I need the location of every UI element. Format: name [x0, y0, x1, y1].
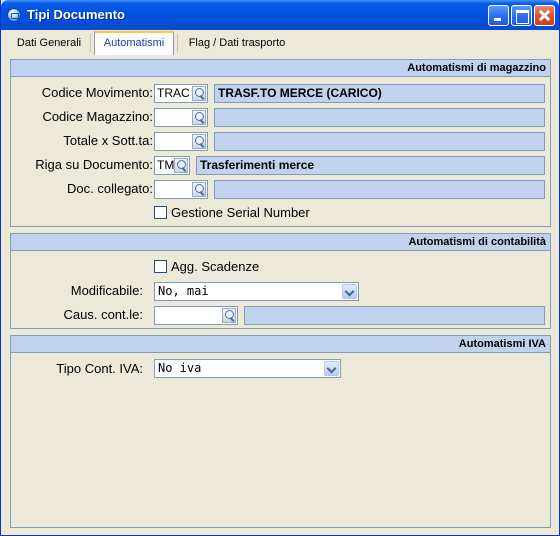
- riga-documento-desc: Trasferimenti merce: [196, 156, 545, 175]
- totale-sott-desc: [214, 132, 545, 151]
- window: Tipi Documento Dati Generali Automatismi…: [0, 0, 560, 536]
- minimize-button[interactable]: [488, 5, 509, 26]
- codice-magazzino-label: Codice Magazzino:: [42, 109, 153, 124]
- close-icon: [535, 6, 554, 25]
- magnifier-icon[interactable]: [222, 308, 236, 323]
- magnifier-icon[interactable]: [192, 86, 206, 101]
- group-header-iva: Automatismi IVA: [11, 336, 550, 353]
- group-iva: Automatismi IVA Tipo Cont. IVA: No iva: [10, 335, 551, 528]
- title-bar[interactable]: Tipi Documento: [1, 0, 559, 30]
- group-header-contabilita: Automatismi di contabilità: [11, 234, 550, 251]
- tab-separator: [177, 34, 178, 52]
- tab-separator: [90, 34, 91, 52]
- agg-scadenze-label: Agg. Scadenze: [171, 259, 260, 274]
- gestione-serial-checkbox[interactable]: [154, 206, 167, 219]
- tab-strip: Dati Generali Automatismi Flag / Dati tr…: [1, 30, 559, 55]
- doc-collegato-desc: [214, 180, 545, 199]
- caus-contle-desc: [244, 306, 545, 325]
- tab-label: Dati Generali: [16, 37, 82, 49]
- riga-documento-value: TM: [157, 158, 175, 172]
- codice-movimento-desc: TRASF.TO MERCE (CARICO): [214, 84, 545, 103]
- chevron-down-icon[interactable]: [342, 284, 357, 299]
- gestione-serial-label: Gestione Serial Number: [171, 205, 310, 220]
- codice-magazzino-field[interactable]: [154, 108, 208, 127]
- close-button[interactable]: [534, 5, 555, 26]
- tab-label: Automatismi: [103, 37, 165, 49]
- tipo-cont-iva-label: Tipo Cont. IVA:: [56, 361, 143, 376]
- agg-scadenze-checkbox[interactable]: [154, 260, 167, 273]
- tab-automatismi[interactable]: Automatismi: [94, 31, 174, 55]
- window-title: Tipi Documento: [27, 7, 125, 22]
- maximize-button[interactable]: [511, 5, 532, 26]
- chevron-down-icon[interactable]: [324, 361, 339, 376]
- codice-magazzino-desc: [214, 108, 545, 127]
- totale-sott-label: Totale x Sott.ta:: [63, 133, 153, 148]
- minimize-icon: [489, 6, 508, 25]
- modificabile-select[interactable]: No, mai: [154, 282, 359, 301]
- magnifier-icon[interactable]: [174, 158, 188, 173]
- caus-contle-label: Caus. cont.le:: [63, 307, 144, 322]
- codice-movimento-label: Codice Movimento:: [41, 85, 153, 100]
- group-header-magazzino: Automatismi di magazzino: [11, 60, 550, 77]
- magnifier-icon[interactable]: [192, 182, 206, 197]
- codice-movimento-value: TRAC: [157, 86, 190, 100]
- totale-sott-field[interactable]: [154, 132, 208, 151]
- modificabile-label: Modificabile:: [70, 283, 143, 298]
- magnifier-icon[interactable]: [192, 134, 206, 149]
- riga-documento-label: Riga su Documento:: [35, 157, 153, 172]
- magnifier-icon[interactable]: [192, 110, 206, 125]
- tab-dati-generali[interactable]: Dati Generali: [11, 32, 87, 54]
- codice-movimento-field[interactable]: TRAC: [154, 84, 208, 103]
- riga-documento-field[interactable]: TM: [154, 156, 190, 175]
- doc-collegato-field[interactable]: [154, 180, 208, 199]
- tipo-cont-iva-select[interactable]: No iva: [154, 359, 341, 378]
- maximize-icon: [512, 6, 531, 25]
- tipo-cont-iva-value: No iva: [158, 361, 202, 375]
- group-magazzino: Automatismi di magazzino Codice Moviment…: [10, 59, 551, 227]
- window-app-icon[interactable]: [7, 8, 21, 22]
- modificabile-value: No, mai: [158, 284, 209, 298]
- doc-collegato-label: Doc. collegato:: [67, 181, 153, 196]
- tab-flag-dati-trasporto[interactable]: Flag / Dati trasporto: [181, 32, 293, 54]
- caus-contle-field[interactable]: [154, 306, 238, 325]
- tab-label: Flag / Dati trasporto: [188, 37, 286, 49]
- group-contabilita: Automatismi di contabilità Agg. Scadenze…: [10, 233, 551, 329]
